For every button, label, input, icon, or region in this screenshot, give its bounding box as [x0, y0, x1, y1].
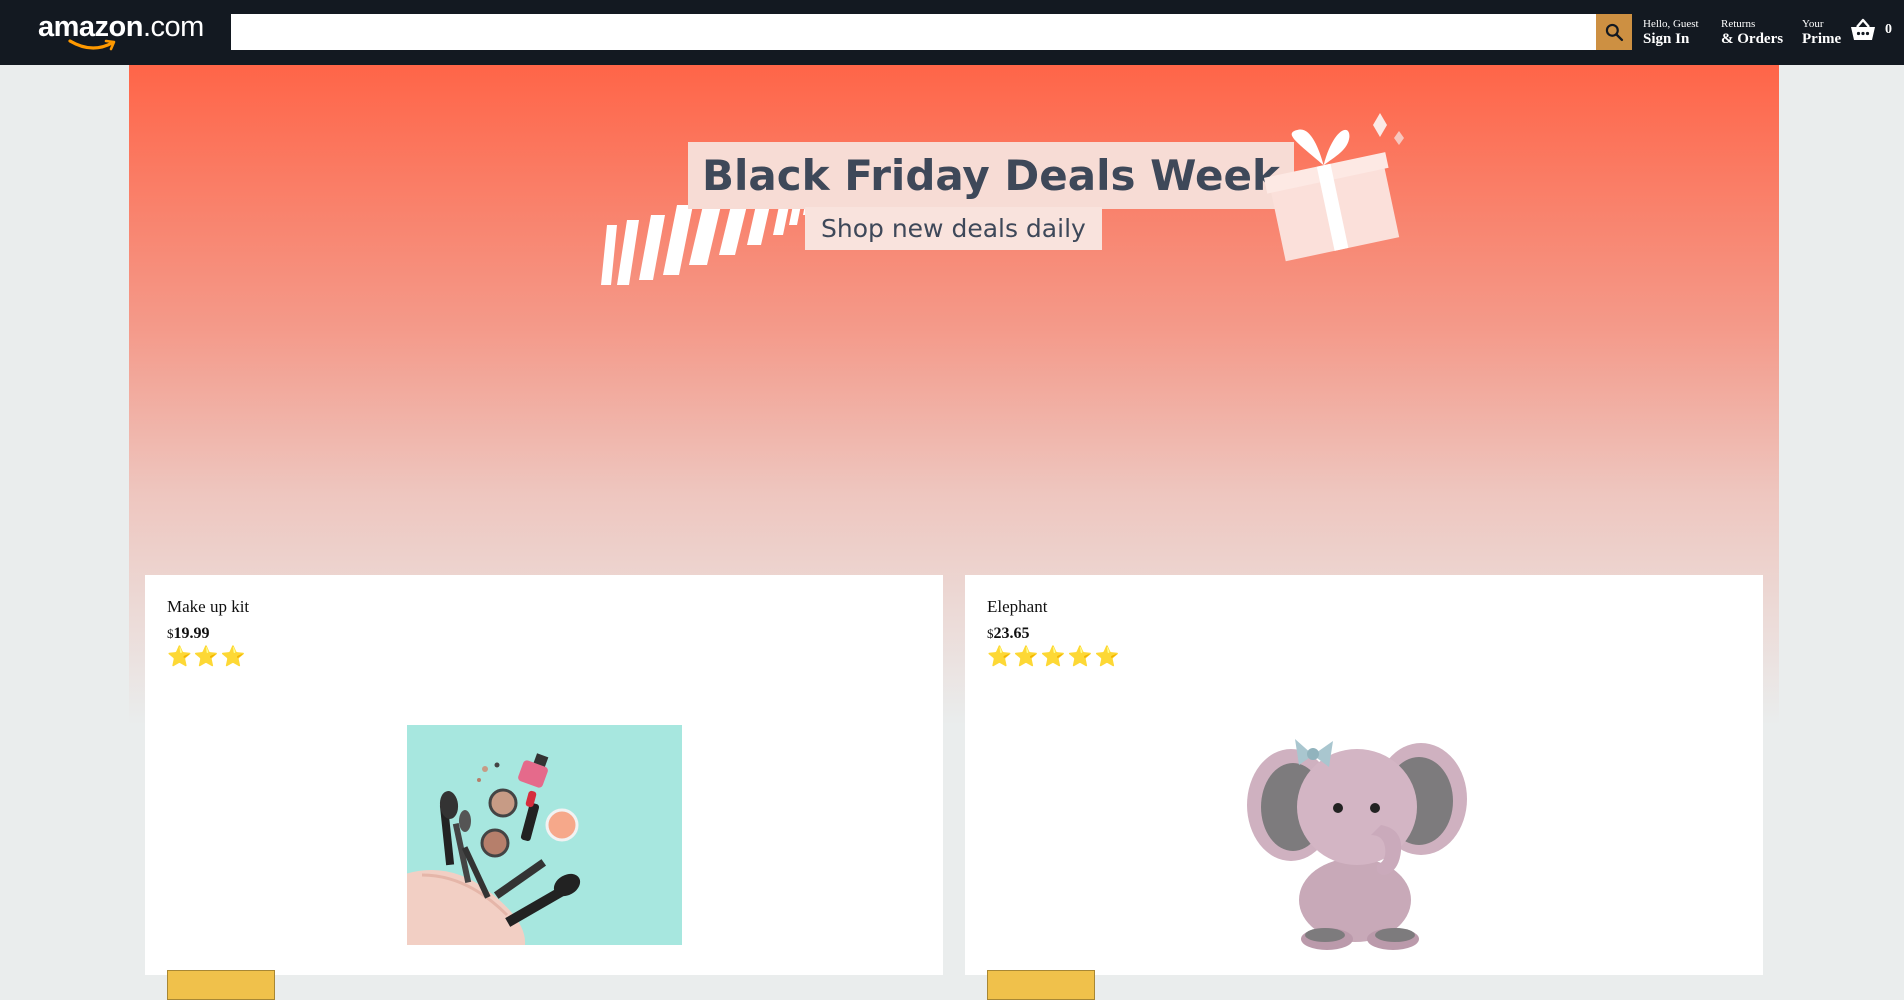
product-card: Make up kit $19.99 ⭐ ⭐ ⭐ — [145, 575, 943, 1000]
star-icon: ⭐ — [1013, 644, 1039, 668]
nav-returns-orders[interactable]: Returns & Orders — [1721, 17, 1783, 48]
hero-title: Black Friday Deals Week — [688, 142, 1294, 209]
basket-icon — [1851, 18, 1875, 40]
search-bar — [231, 14, 1632, 50]
basket-count: 0 — [1885, 22, 1892, 37]
hero-subtitle: Shop new deals daily — [805, 207, 1102, 250]
product-rating: ⭐ ⭐ ⭐ — [167, 645, 921, 667]
add-to-basket-button[interactable] — [167, 970, 275, 1000]
product-title[interactable]: Elephant — [987, 597, 1741, 617]
star-icon: ⭐ — [220, 644, 246, 668]
price-value: 19.99 — [173, 625, 210, 642]
star-icon: ⭐ — [1067, 644, 1093, 668]
star-icon: ⭐ — [193, 644, 219, 668]
star-icon: ⭐ — [167, 644, 192, 668]
nav-orders-label: & Orders — [1721, 31, 1784, 47]
price-value: 23.65 — [993, 625, 1030, 642]
product-row: Make up kit $19.99 ⭐ ⭐ ⭐ Elephant $23.65… — [145, 575, 1763, 1000]
search-button[interactable] — [1596, 14, 1632, 50]
product-price: $19.99 — [167, 625, 921, 643]
nav-greeting: Hello, Guest — [1643, 18, 1699, 30]
star-icon: ⭐ — [987, 644, 1012, 668]
product-price: $23.65 — [987, 625, 1741, 643]
product-rating: ⭐ ⭐ ⭐ ⭐ ⭐ — [987, 645, 1741, 667]
search-icon — [1605, 23, 1624, 42]
amazon-logo[interactable]: amazon.com — [38, 8, 204, 58]
search-input[interactable] — [231, 14, 1596, 50]
nav-returns-label: Returns — [1721, 18, 1756, 30]
product-title[interactable]: Make up kit — [167, 597, 921, 617]
nav-sign-in[interactable]: Hello, Guest Sign In — [1643, 17, 1699, 48]
logo-suffix: .com — [142, 11, 204, 43]
basket-button[interactable]: 0 — [1849, 18, 1892, 42]
star-icon: ⭐ — [1040, 644, 1066, 668]
header: amazon.com Hello, Guest Sign In Returns … — [0, 0, 1904, 65]
logo-smile-icon — [68, 39, 116, 51]
add-to-basket-button[interactable] — [987, 970, 1095, 1000]
nav-prime-label: Prime — [1802, 31, 1842, 47]
nav-your-label: Your — [1802, 18, 1824, 30]
plush-elephant-image[interactable] — [1235, 725, 1485, 950]
product-card: Elephant $23.65 ⭐ ⭐ ⭐ ⭐ ⭐ — [965, 575, 1763, 1000]
home: Black Friday Deals Week Shop new deals d… — [129, 65, 1779, 1000]
makeup-kit-image[interactable] — [407, 725, 682, 945]
nav-prime[interactable]: Your Prime — [1802, 17, 1841, 48]
gift-icon — [1263, 113, 1404, 262]
star-icon: ⭐ — [1094, 644, 1120, 668]
nav-sign-in-label: Sign In — [1643, 31, 1690, 47]
